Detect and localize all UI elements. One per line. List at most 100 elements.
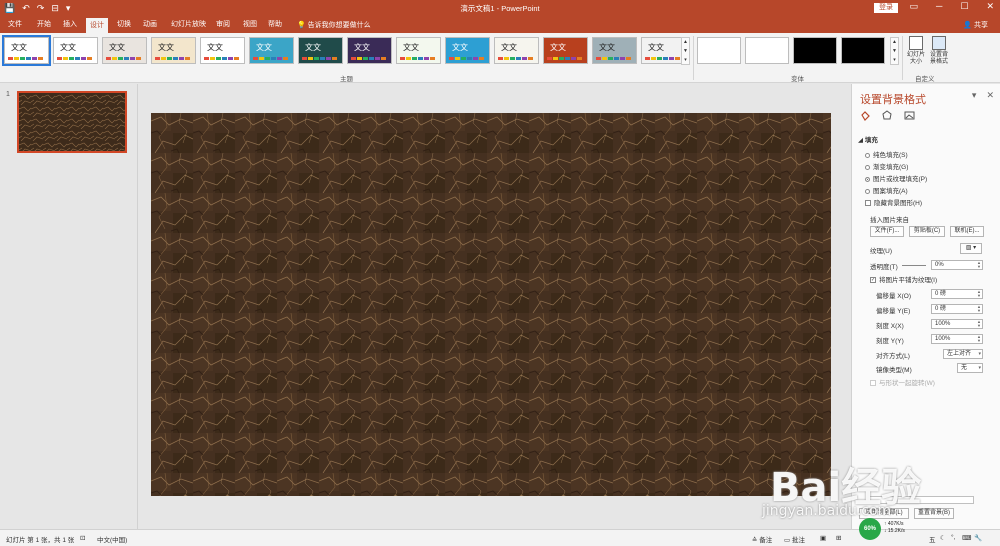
variant-thumbnail[interactable]	[841, 37, 885, 64]
login-button[interactable]: 登录	[874, 3, 898, 13]
slide-size-button[interactable]: 幻灯片大小	[905, 36, 927, 66]
radio-circle	[865, 152, 870, 158]
scale-x-input[interactable]: 100% ▲ ▼	[931, 319, 983, 329]
language-status[interactable]: 中文(中国)	[97, 534, 127, 544]
hide-background-graphics-checkbox[interactable]: 隐藏背景图形(H)	[865, 197, 922, 207]
ribbon-display-icon[interactable]: ▭	[909, 1, 918, 12]
theme-thumbnail[interactable]: 文文	[53, 37, 98, 64]
theme-label: 文文	[158, 43, 174, 52]
theme-thumbnail[interactable]: 文文	[641, 37, 686, 64]
offset-y-input[interactable]: 0 磅 ▲ ▼	[931, 304, 983, 314]
picture-icon[interactable]	[904, 110, 915, 121]
scale-y-input[interactable]: 100% ▲ ▼	[931, 334, 983, 344]
theme-thumbnail[interactable]: 文文	[249, 37, 294, 64]
notes-button[interactable]: ≙ 备注	[752, 534, 772, 544]
tab-animations[interactable]: 动画	[143, 20, 157, 30]
tell-me-search[interactable]: 💡 告诉我你想要做什么	[297, 20, 371, 30]
tab-help[interactable]: 帮助	[268, 20, 282, 30]
minimize-icon[interactable]: ─	[936, 1, 942, 12]
theme-thumbnail[interactable]: 文文	[298, 37, 343, 64]
network-monitor-badge[interactable]: 60%	[859, 518, 881, 540]
tab-insert[interactable]: 插入	[63, 20, 77, 30]
slide-thumbnail[interactable]	[17, 91, 127, 153]
notes-icon: ≙	[752, 537, 758, 544]
theme-label: 文文	[599, 43, 615, 52]
tab-home[interactable]: 开始	[37, 20, 51, 30]
theme-color-swatches	[155, 57, 190, 60]
variant-thumbnail[interactable]	[745, 37, 789, 64]
fill-option-radio[interactable]: 纯色填充(S)	[865, 149, 908, 159]
theme-thumbnail[interactable]: 文文	[592, 37, 637, 64]
theme-thumbnail[interactable]: 文文	[494, 37, 539, 64]
spinner-icon[interactable]: ▲ ▼	[977, 261, 981, 269]
variants-group-label: 变体	[791, 76, 804, 83]
theme-thumbnail[interactable]: 文文	[445, 37, 490, 64]
tile-picture-checkbox[interactable]: ✓ 将图片平铺为纹理(I)	[870, 274, 937, 284]
ime-moon-icon[interactable]: ☾	[940, 534, 946, 542]
tab-design[interactable]: 设计	[86, 18, 108, 33]
theme-thumbnail[interactable]: 文文	[200, 37, 245, 64]
theme-thumbnail[interactable]: 文文	[543, 37, 588, 64]
normal-view-icon[interactable]: ▣	[820, 534, 826, 542]
transparency-slider[interactable]	[902, 265, 926, 266]
share-button[interactable]: 👤 共享	[963, 20, 988, 30]
slide-canvas[interactable]	[151, 113, 831, 496]
offset-x-input[interactable]: 0 磅 ▲ ▼	[931, 289, 983, 299]
theme-label: 文文	[648, 43, 664, 52]
settings-wrench-icon[interactable]: 🔧	[974, 534, 982, 542]
comments-button[interactable]: ▭ 批注	[784, 534, 805, 544]
themes-scroll[interactable]: ▲ ▼ ▾	[681, 37, 690, 65]
slide-sorter-icon[interactable]: ⊞	[836, 534, 841, 542]
format-background-button[interactable]: 设置背景格式	[928, 36, 950, 66]
variants-scroll[interactable]: ▲ ▼ ▾	[890, 37, 899, 65]
clipboard-button[interactable]: 剪贴板(C)	[909, 226, 945, 237]
theme-thumbnail[interactable]: 文文	[102, 37, 147, 64]
fill-bucket-icon[interactable]	[860, 110, 870, 121]
theme-label: 文文	[207, 43, 223, 52]
variant-thumbnail[interactable]	[793, 37, 837, 64]
checkbox-box	[865, 200, 871, 207]
effects-pentagon-icon[interactable]	[882, 110, 892, 121]
tab-slideshow[interactable]: 幻灯片放映	[171, 20, 206, 30]
file-button[interactable]: 文件(F)...	[870, 226, 904, 237]
transparency-input[interactable]: 0% ▲ ▼	[931, 260, 983, 270]
ime-punct-icon[interactable]: °,	[951, 534, 955, 541]
tab-view[interactable]: 视图	[243, 20, 257, 30]
spinner-icon[interactable]: ▲ ▼	[977, 320, 981, 328]
offset-y-value: 0 磅	[935, 306, 947, 312]
texture-picker[interactable]: ▨ ▾	[960, 243, 982, 254]
fill-section-header[interactable]: ◢ 填充	[858, 134, 878, 144]
theme-thumbnail[interactable]: 文文	[151, 37, 196, 64]
keyboard-icon[interactable]: ⌨	[962, 534, 971, 542]
variant-thumbnail[interactable]	[697, 37, 741, 64]
input-method-icon[interactable]: 五	[929, 534, 936, 544]
mirror-type-select[interactable]: 无 ▾	[957, 363, 983, 373]
download-speed: ↓ 15.2K/s	[884, 528, 905, 534]
theme-thumbnail[interactable]: 文文	[347, 37, 392, 64]
tab-transitions[interactable]: 切换	[117, 20, 131, 30]
pane-close-icon[interactable]: ✕	[986, 90, 994, 101]
fill-option-label: 图片或纹理填充(P)	[873, 176, 928, 183]
rotate-with-shape-checkbox[interactable]: 与形状一起旋转(W)	[870, 377, 935, 387]
tab-review[interactable]: 审阅	[216, 20, 230, 30]
spellcheck-icon[interactable]: ⊡	[80, 534, 85, 542]
online-button[interactable]: 联机(E)...	[950, 226, 984, 237]
theme-label: 文文	[109, 43, 125, 52]
fill-option-radio[interactable]: 图案填充(A)	[865, 185, 908, 195]
spinner-icon[interactable]: ▲ ▼	[977, 305, 981, 313]
fill-option-radio[interactable]: 图片或纹理填充(P)	[865, 173, 927, 183]
insert-picture-from-label: 插入图片来自	[870, 217, 909, 224]
tab-file[interactable]: 文件	[8, 20, 22, 30]
close-icon[interactable]: ✕	[986, 1, 994, 12]
pane-category-icons	[860, 110, 915, 121]
pane-options-icon[interactable]: ▾	[972, 90, 977, 101]
theme-thumbnail[interactable]: 文文	[396, 37, 441, 64]
maximize-icon[interactable]: ☐	[960, 1, 968, 12]
fill-option-radio[interactable]: 渐变填充(G)	[865, 161, 908, 171]
alignment-select[interactable]: 左上对齐 ▾	[943, 349, 983, 359]
spinner-icon[interactable]: ▲ ▼	[977, 335, 981, 343]
theme-thumbnail[interactable]: 文文	[2, 35, 51, 66]
mirror-type-label: 镜像类型(M)	[876, 367, 912, 374]
thumbnail-texture	[19, 93, 125, 151]
spinner-icon[interactable]: ▲ ▼	[977, 290, 981, 298]
